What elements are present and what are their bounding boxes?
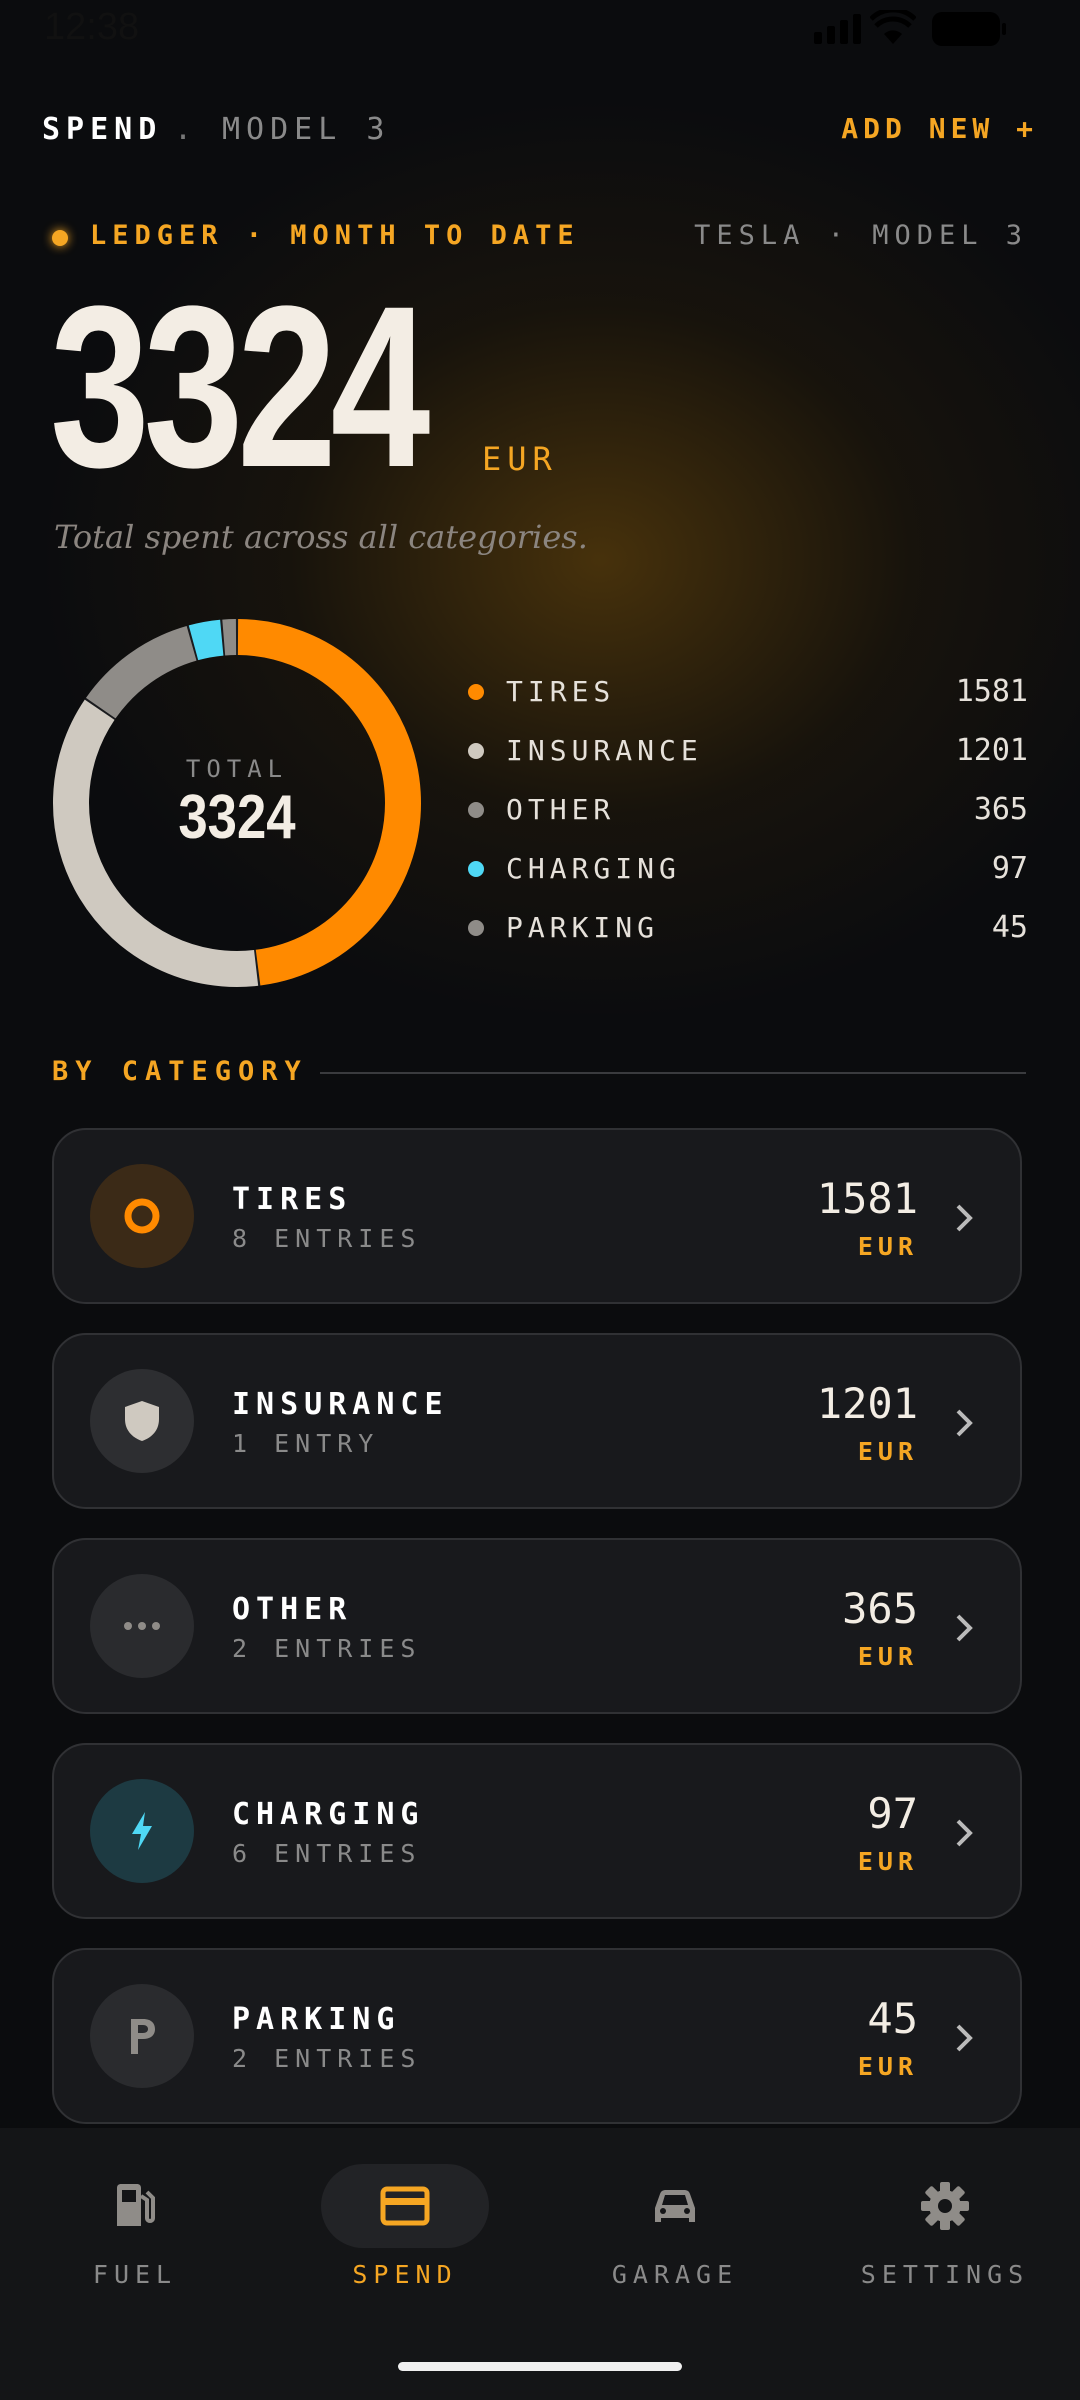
more-dots-icon <box>90 1574 194 1678</box>
legend-item-parking: PARKING 45 <box>468 898 1028 957</box>
category-amount: 97 <box>867 1789 918 1838</box>
category-card-tires[interactable]: TIRES 8 ENTRIES 1581 EUR <box>52 1128 1022 1304</box>
legend-dot <box>468 919 484 936</box>
chevron-right-icon <box>956 1614 973 1642</box>
category-amount: 1201 <box>816 1379 918 1428</box>
donut-slice-parking <box>222 619 237 656</box>
legend-label: CHARGING <box>506 852 681 885</box>
legend-label: OTHER <box>506 793 616 826</box>
legend-label: TIRES <box>506 675 616 708</box>
category-card-insurance[interactable]: INSURANCE 1 ENTRY 1201 EUR <box>52 1333 1022 1509</box>
fuel-pump-icon <box>117 2184 155 2226</box>
category-card-parking[interactable]: PARKING 2 ENTRIES 45 EUR <box>52 1948 1022 2124</box>
add-new-button[interactable]: ADD NEW + <box>841 112 1038 145</box>
category-name: TIRES <box>232 1182 353 1217</box>
lightning-bolt-icon <box>90 1779 194 1883</box>
category-entries: 2 ENTRIES <box>232 1634 422 1663</box>
wifi-icon <box>870 10 916 44</box>
legend-item-insurance: INSURANCE 1201 <box>468 721 1028 780</box>
donut-slice-charging <box>188 619 224 661</box>
page-subtitle: MODEL 3 <box>222 112 391 147</box>
car-icon <box>655 2190 695 2222</box>
legend-value: 1201 <box>955 733 1028 768</box>
category-amount: 1581 <box>816 1174 918 1223</box>
category-name: CHARGING <box>232 1797 425 1832</box>
nav-label: SPEND <box>352 2260 458 2289</box>
category-entries: 2 ENTRIES <box>232 2044 422 2073</box>
chevron-right-icon <box>956 1204 973 1232</box>
category-amount: 365 <box>842 1584 918 1633</box>
nav-item-garage[interactable]: GARAGE <box>540 2128 810 2348</box>
category-unit: EUR <box>857 1847 918 1876</box>
legend-value: 45 <box>991 910 1028 945</box>
category-name: OTHER <box>232 1592 353 1627</box>
nav-item-settings[interactable]: SETTINGS <box>810 2128 1080 2348</box>
section-title: BY CATEGORY <box>52 1056 308 1087</box>
legend-label: INSURANCE <box>506 734 703 767</box>
donut-caption: TOTAL <box>185 755 289 783</box>
legend-item-tires: TIRES 1581 <box>468 662 1028 721</box>
category-name: INSURANCE <box>232 1387 449 1422</box>
tire-ring-icon <box>90 1164 194 1268</box>
chevron-right-icon <box>956 1409 973 1437</box>
cellular-signal-icon <box>814 12 861 44</box>
category-entries: 8 ENTRIES <box>232 1224 422 1253</box>
category-unit: EUR <box>857 1232 918 1261</box>
category-card-charging[interactable]: CHARGING 6 ENTRIES 97 EUR <box>52 1743 1022 1919</box>
nav-label: GARAGE <box>611 2260 739 2289</box>
donut-slice-other <box>86 626 197 719</box>
nav-item-fuel[interactable]: FUEL <box>0 2128 270 2348</box>
category-name: PARKING <box>232 2002 401 2037</box>
total-amount: 3324 <box>50 258 430 515</box>
status-time: 12:38 <box>44 6 140 48</box>
chevron-right-icon <box>956 2024 973 2052</box>
legend-dot <box>468 683 484 700</box>
nav-label: FUEL <box>92 2260 178 2289</box>
legend-item-other: OTHER 365 <box>468 780 1028 839</box>
legend-value: 1581 <box>955 674 1028 709</box>
category-amount: 45 <box>867 1994 918 2043</box>
legend-dot <box>468 742 484 759</box>
ledger-indicator-dot <box>52 230 68 246</box>
nav-label: SETTINGS <box>860 2260 1030 2289</box>
category-unit: EUR <box>857 2052 918 2081</box>
category-entries: 1 ENTRY <box>232 1429 380 1458</box>
chevron-right-icon <box>956 1819 973 1847</box>
legend-dot <box>468 801 484 818</box>
parking-p-icon <box>90 1984 194 2088</box>
total-caption: Total spent across all categories. <box>54 518 588 556</box>
total-unit: EUR <box>482 440 558 478</box>
nav-item-spend[interactable]: SPEND <box>270 2128 540 2348</box>
donut-total: 3324 <box>178 783 296 852</box>
category-unit: EUR <box>857 1437 918 1466</box>
home-indicator <box>398 2362 682 2371</box>
legend-dot <box>468 860 484 877</box>
category-unit: EUR <box>857 1642 918 1671</box>
category-card-other[interactable]: OTHER 2 ENTRIES 365 EUR <box>52 1538 1022 1714</box>
legend-item-charging: CHARGING 97 <box>468 839 1028 898</box>
legend-value: 97 <box>991 851 1028 886</box>
battery-icon <box>932 12 1006 46</box>
category-entries: 6 ENTRIES <box>232 1839 422 1868</box>
credit-card-icon <box>380 2186 430 2226</box>
legend-label: PARKING <box>506 911 660 944</box>
chart-legend: TIRES 1581 INSURANCE 1201 OTHER 365 CHAR… <box>468 662 1028 957</box>
bottom-nav: FUEL SPEND GARAGE SETTINGS <box>0 2128 1080 2400</box>
gear-icon <box>921 2182 969 2230</box>
page-title: SPEND <box>42 112 163 147</box>
vehicle-label: TESLA · MODEL 3 <box>694 220 1028 251</box>
ledger-label: LEDGER · MONTH TO DATE <box>90 220 580 251</box>
shield-icon <box>90 1369 194 1473</box>
title-separator: . <box>174 112 193 147</box>
section-divider <box>320 1072 1026 1074</box>
legend-value: 365 <box>973 792 1028 827</box>
